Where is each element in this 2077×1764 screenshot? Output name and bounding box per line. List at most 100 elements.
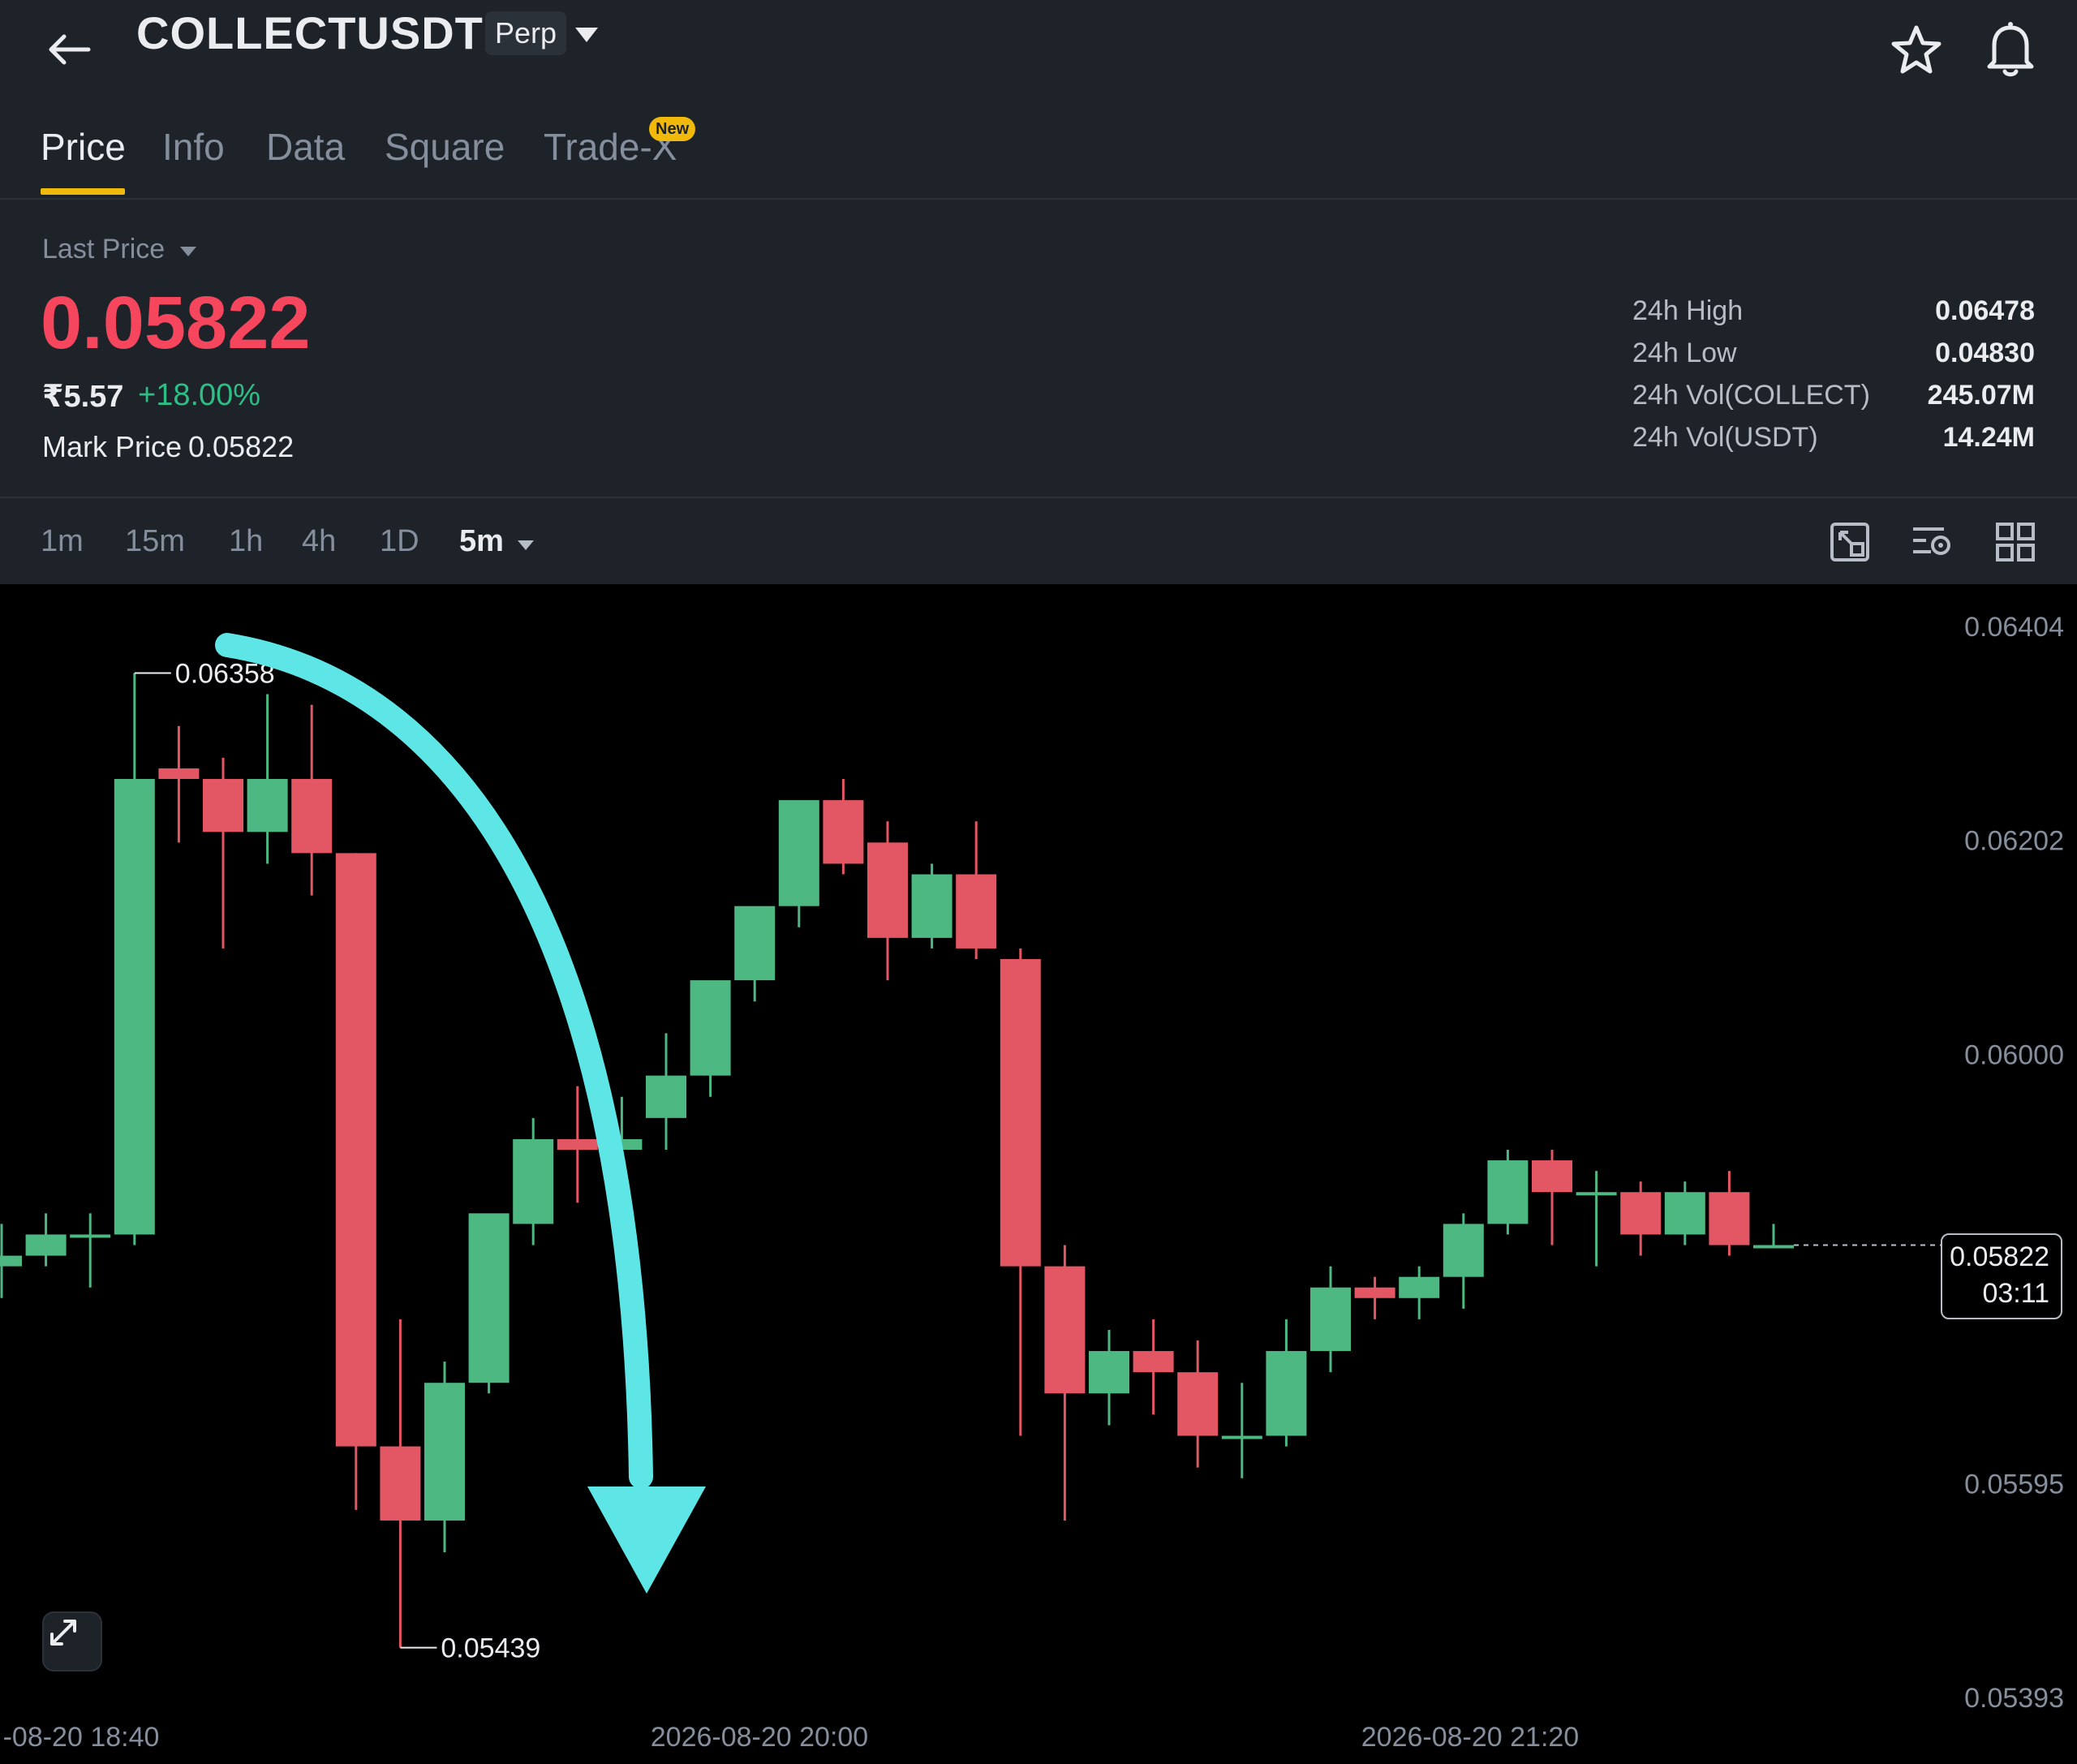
- back-arrow-icon[interactable]: [41, 21, 97, 78]
- candle-body: [1133, 1351, 1174, 1373]
- y-axis-tick-label: 0.06000: [1964, 1039, 2064, 1070]
- price-summary: Last Price 0.05822 ₹5.57 +18.00% Mark Pr…: [0, 201, 2077, 498]
- candle-body: [1310, 1287, 1351, 1352]
- candle-body: [646, 1075, 686, 1118]
- stat-24h-vol-base-label: 24h Vol(COLLECT): [1632, 380, 1870, 411]
- candle-body: [1221, 1435, 1262, 1439]
- interval-1m[interactable]: 1m: [41, 524, 84, 559]
- candle-body: [557, 1138, 598, 1150]
- candle-body: [1576, 1192, 1617, 1196]
- last-price-label[interactable]: Last Price: [42, 234, 165, 265]
- current-price-tag-value: 0.05822: [1950, 1241, 2049, 1272]
- candle-body: [1753, 1245, 1794, 1249]
- caret-down-icon[interactable]: [178, 245, 198, 258]
- candle: [25, 1213, 67, 1267]
- stat-24h-low-label: 24h Low: [1632, 338, 1737, 368]
- candle-body: [25, 1234, 67, 1256]
- candle: [513, 1117, 554, 1246]
- stat-24h-high-label: 24h High: [1632, 295, 1744, 326]
- stat-24h-low-value: 0.04830: [1935, 338, 2035, 368]
- tab-data[interactable]: Data: [266, 125, 345, 169]
- candle-body: [734, 906, 776, 981]
- interval-1h[interactable]: 1h: [229, 524, 263, 559]
- top-bar: COLLECTUSDT Perp: [0, 0, 2077, 105]
- candle-body: [424, 1383, 465, 1521]
- candle: [734, 906, 776, 1002]
- star-icon[interactable]: [1889, 23, 1944, 78]
- candle-body: [1487, 1160, 1529, 1224]
- price-change-percent: +18.00%: [138, 378, 261, 412]
- candle-body: [823, 800, 864, 864]
- expand-chart-button[interactable]: [42, 1611, 102, 1671]
- candle-body: [1664, 1192, 1705, 1235]
- indicator-settings-icon[interactable]: [1911, 521, 1954, 563]
- candle-body: [1000, 958, 1041, 1267]
- candle-body: [291, 779, 333, 854]
- candle: [1620, 1181, 1662, 1256]
- candle-body: [468, 1213, 510, 1383]
- chevron-down-icon[interactable]: [573, 23, 600, 45]
- candle: [1576, 1171, 1617, 1267]
- candle: [1310, 1266, 1351, 1373]
- candle-body: [1177, 1372, 1219, 1436]
- downward-arrow-annotation: [215, 633, 653, 1489]
- candle-body: [1443, 1224, 1484, 1277]
- candle: [823, 779, 864, 875]
- candle: [247, 694, 288, 864]
- caret-down-icon[interactable]: [516, 539, 535, 552]
- candle: [1354, 1276, 1395, 1319]
- x-axis-tick-label: -08-20 18:40: [3, 1722, 160, 1753]
- tab-price[interactable]: Price: [41, 125, 126, 169]
- interval-selected[interactable]: 5m: [459, 524, 504, 559]
- arrow-head: [587, 1486, 706, 1594]
- candle: [956, 821, 997, 959]
- candle: [911, 863, 952, 949]
- y-axis-tick-label: 0.06202: [1964, 826, 2064, 857]
- tab-square[interactable]: Square: [385, 125, 505, 169]
- contract-type-badge: Perp: [485, 11, 567, 55]
- candle: [468, 1213, 510, 1394]
- candle-body: [0, 1255, 22, 1267]
- candle: [1399, 1266, 1440, 1319]
- candle: [1000, 948, 1041, 1436]
- tab-info[interactable]: Info: [162, 125, 225, 169]
- candle: [1221, 1383, 1262, 1478]
- candle-body: [247, 779, 288, 833]
- candle: [1532, 1149, 1572, 1246]
- interval-4h[interactable]: 4h: [302, 524, 336, 559]
- screenshot-icon[interactable]: [1829, 521, 1871, 563]
- mark-price-label: Mark Price: [42, 430, 183, 463]
- candle: [1177, 1340, 1219, 1468]
- candle: [1133, 1319, 1174, 1415]
- candle-body: [70, 1234, 111, 1238]
- inr-price: ₹5.57: [42, 380, 124, 414]
- candle-body: [335, 853, 376, 1447]
- interval-1d[interactable]: 1D: [380, 524, 419, 559]
- candle-body: [1532, 1160, 1572, 1193]
- grid-layout-icon[interactable]: [1994, 521, 2036, 563]
- candle-body: [513, 1138, 554, 1224]
- candle: [70, 1213, 111, 1288]
- candle: [1266, 1319, 1307, 1447]
- stat-24h-vol-base-value: 245.07M: [1927, 380, 2035, 411]
- mark-price-value: 0.05822: [188, 430, 295, 463]
- candle-body: [380, 1446, 421, 1521]
- candle-countdown: 03:11: [1982, 1278, 2049, 1309]
- candle: [424, 1362, 465, 1553]
- last-price-value: 0.05822: [41, 282, 311, 364]
- interval-15m[interactable]: 15m: [125, 524, 185, 559]
- candlestick-chart[interactable]: 0.06358 0.05439 0.06404 0.06202 0.06000 0.05…: [0, 584, 2077, 1764]
- candle: [335, 853, 376, 1510]
- current-price-tag: 0.05822 03:11: [1941, 1233, 2062, 1319]
- candle: [0, 1224, 22, 1298]
- candle-body: [114, 779, 155, 1235]
- candle: [1753, 1224, 1794, 1249]
- section-tabs: Price Info Data Square Trade-X New: [0, 114, 2077, 200]
- bell-icon[interactable]: [1983, 19, 2038, 78]
- symbol-title[interactable]: COLLECTUSDT: [136, 6, 484, 59]
- candle-body: [1354, 1287, 1395, 1298]
- candle: [380, 1319, 421, 1648]
- candle: [1443, 1213, 1484, 1309]
- candle-body: [956, 874, 997, 949]
- candle: [158, 725, 200, 843]
